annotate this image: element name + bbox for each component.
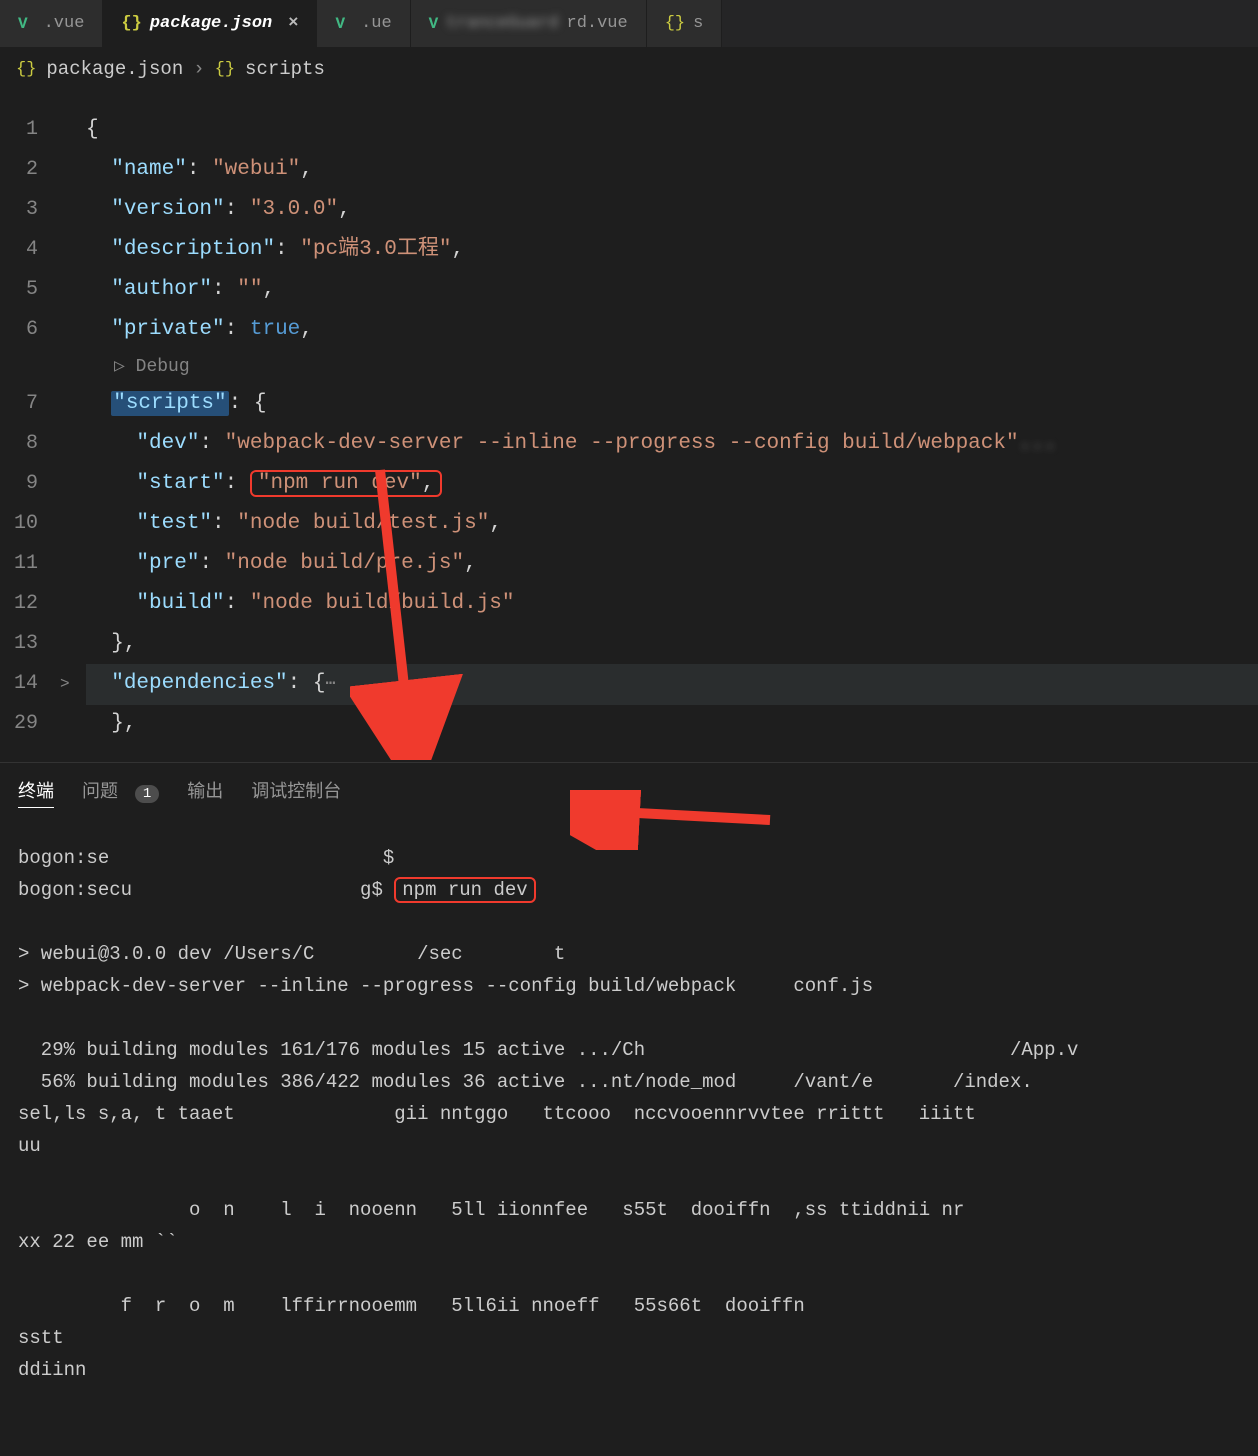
line-gutter: 123456789101112131429 xyxy=(0,110,60,744)
breadcrumb[interactable]: {} package.json › {} scripts xyxy=(0,48,1258,90)
panel-tab-problems[interactable]: 问题 1 xyxy=(82,777,159,808)
vue-icon: V xyxy=(18,15,28,33)
panel-tab-debug-console[interactable]: 调试控制台 xyxy=(251,777,341,808)
vue-icon: V xyxy=(335,15,345,33)
tab-vue-2[interactable]: V .ue xyxy=(317,0,410,47)
fold-column: > xyxy=(60,110,86,744)
tab-label: package.json xyxy=(150,14,272,33)
bottom-panel: 终端 问题 1 输出 调试控制台 bogon:se $bogon:secu g$… xyxy=(0,762,1258,1386)
tab-label: rd.vue xyxy=(567,14,628,33)
close-icon[interactable]: × xyxy=(288,14,298,33)
vue-icon: V xyxy=(429,15,439,33)
terminal[interactable]: bogon:se $bogon:secu g$ npm run dev > we… xyxy=(0,822,1258,1386)
json-icon: {} xyxy=(121,14,141,33)
tab-label: .ue xyxy=(361,14,392,33)
json-icon: {} xyxy=(665,14,685,33)
tab-label: .vue xyxy=(44,14,85,33)
tab-label: s xyxy=(693,14,703,33)
problems-badge: 1 xyxy=(135,785,159,803)
code-editor[interactable]: 123456789101112131429 > { "name": "webui… xyxy=(0,90,1258,744)
json-icon: {} xyxy=(215,60,235,79)
breadcrumb-item[interactable]: package.json xyxy=(46,58,183,80)
tab-label: tranceGuard xyxy=(446,14,558,33)
panel-tab-terminal[interactable]: 终端 xyxy=(18,777,54,808)
tab-vue-1[interactable]: V .vue xyxy=(0,0,103,47)
panel-tab-output[interactable]: 输出 xyxy=(187,777,223,808)
chevron-right-icon: › xyxy=(193,58,204,80)
panel-tabs: 终端 问题 1 输出 调试控制台 xyxy=(0,763,1258,822)
tab-vue-3[interactable]: V tranceGuard rd.vue xyxy=(411,0,647,47)
tab-json-2[interactable]: {} s xyxy=(647,0,723,47)
json-icon: {} xyxy=(16,60,36,79)
code-area[interactable]: { "name": "webui", "version": "3.0.0", "… xyxy=(86,110,1258,744)
breadcrumb-item[interactable]: scripts xyxy=(245,58,325,80)
editor-tabs: V .vue {} package.json × V .ue V tranceG… xyxy=(0,0,1258,48)
tab-package-json[interactable]: {} package.json × xyxy=(103,0,317,47)
